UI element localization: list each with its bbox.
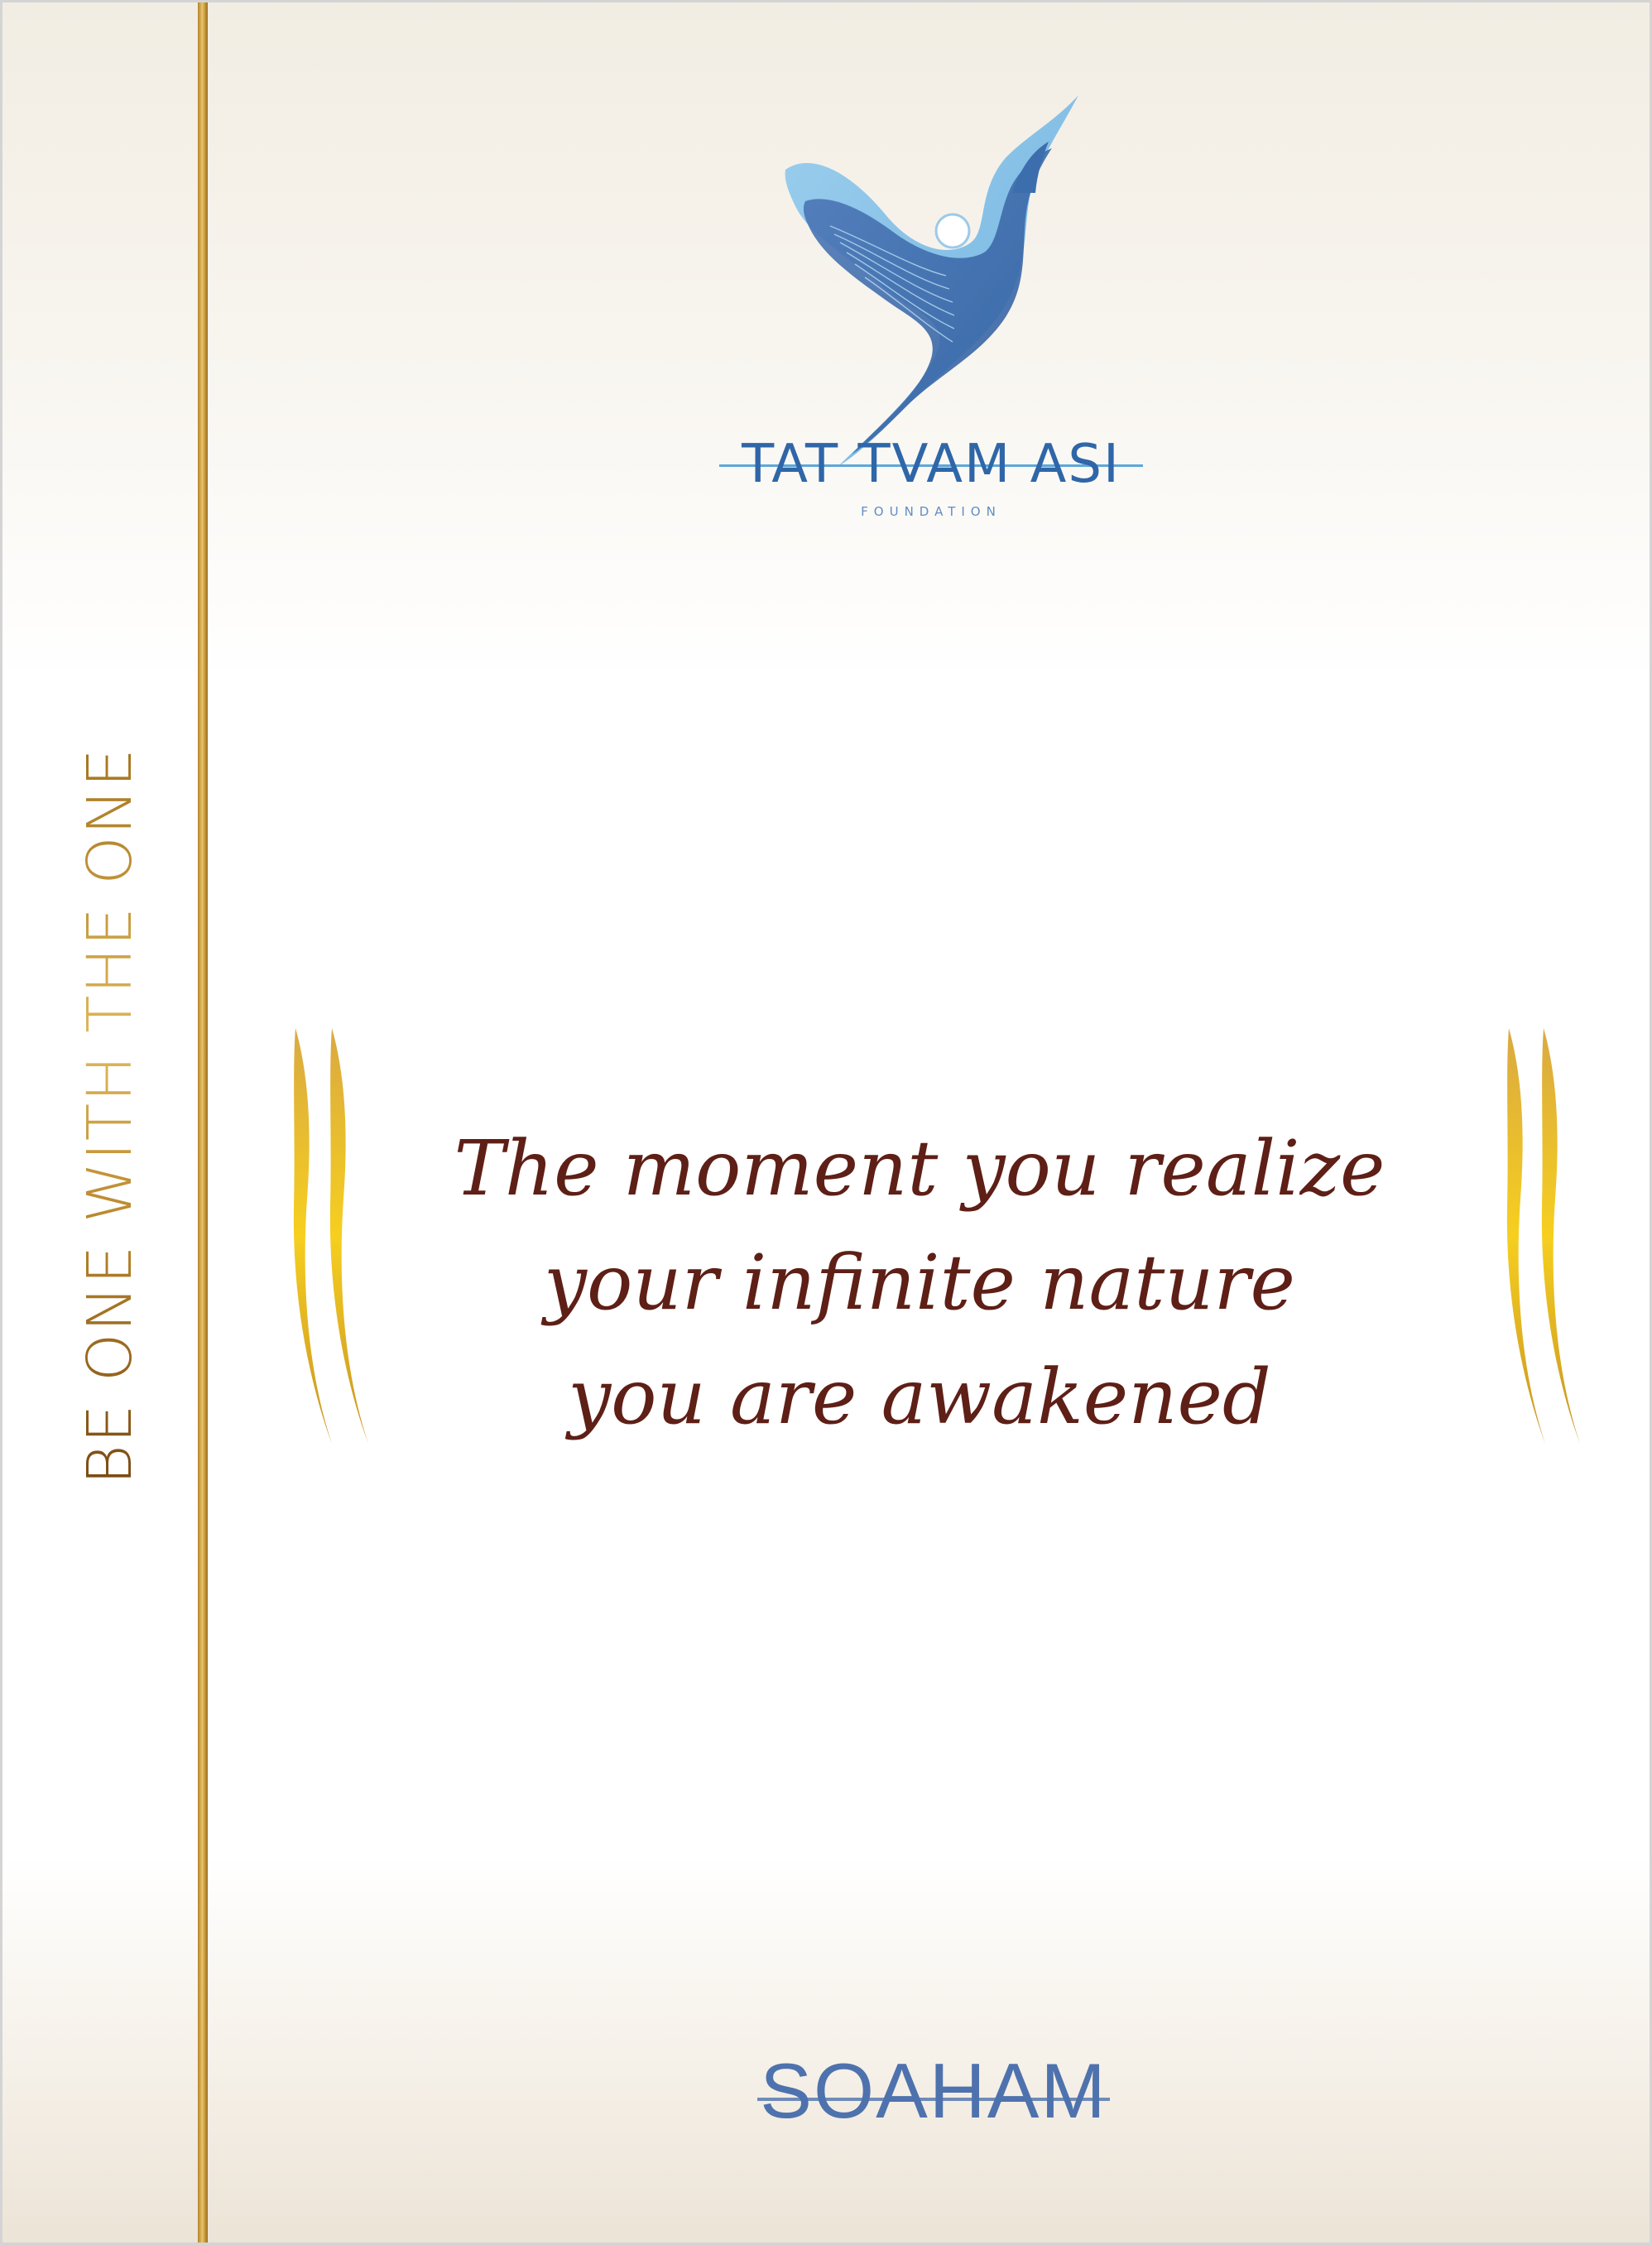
quote-line: The moment you realize (454, 1124, 1385, 1213)
quote-line: your infinite nature (544, 1238, 1295, 1327)
quote-text: The moment you realize your infinite nat… (350, 1112, 1489, 1454)
brand-wordmark: TAT TVAM ASI (742, 434, 1121, 495)
gold-vertical-rule (198, 2, 208, 2243)
signature-strikethrough (757, 2098, 1110, 2101)
quote-card: BE ONE WITH THE ONE TAT TVAM ASI FOUNDAT… (0, 0, 1652, 2245)
signature: SOAHAM (760, 2047, 1107, 2134)
quote-line: you are awakened (568, 1353, 1271, 1441)
right-gold-brackets-icon (1492, 1025, 1583, 1447)
sidebar-tagline: BE ONE WITH THE ONE (74, 747, 146, 1485)
brand-subtitle: FOUNDATION (861, 504, 1001, 519)
